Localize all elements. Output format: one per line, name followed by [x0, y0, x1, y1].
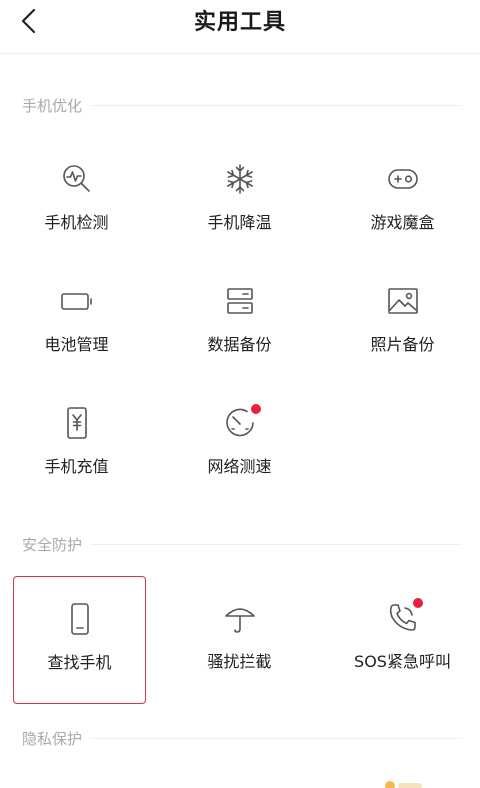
gamepad-icon [386, 162, 420, 196]
tool-game-box[interactable]: 游戏魔盒 [336, 137, 469, 265]
snowflake-icon [223, 162, 257, 196]
tool-photo-backup[interactable]: 照片备份 [336, 259, 469, 387]
tool-label: 手机检测 [44, 213, 109, 232]
section-title: 安全防护 [22, 535, 83, 554]
phone-check-icon [60, 162, 94, 196]
section-header-security: 安全防护 [22, 534, 462, 554]
tool-find-phone[interactable]: 查找手机 [13, 576, 146, 704]
tool-label: 游戏魔盒 [370, 213, 435, 232]
tool-label: 网络测速 [207, 457, 272, 476]
section-title: 手机优化 [22, 96, 83, 115]
tool-speed-test[interactable]: 网络测速 [173, 381, 306, 509]
speedometer-icon [223, 404, 261, 440]
app-header: 实用工具 [0, 0, 480, 54]
tool-label: 电池管理 [44, 335, 109, 354]
section-divider [90, 543, 462, 545]
tool-phone-check[interactable]: 手机检测 [10, 137, 143, 265]
tool-data-backup[interactable]: 数据备份 [173, 259, 306, 387]
tool-label: 手机充值 [44, 457, 109, 476]
page-title: 实用工具 [193, 10, 286, 35]
tool-phone-cooling[interactable]: 手机降温 [173, 137, 306, 265]
section-header-optimization: 手机优化 [22, 95, 462, 115]
tool-label: SOS紧急呼叫 [354, 652, 451, 671]
section-divider [90, 737, 462, 739]
battery-icon [60, 284, 94, 318]
notification-badge [250, 404, 261, 414]
tool-label: 骚扰拦截 [207, 652, 272, 671]
data-backup-icon [223, 284, 257, 318]
section-divider [90, 104, 462, 106]
section-title: 隐私保护 [22, 729, 83, 748]
tool-label: 照片备份 [370, 335, 435, 354]
photo-icon [386, 284, 420, 318]
notification-badge [412, 598, 423, 608]
tool-harassment-block[interactable]: 骚扰拦截 [173, 576, 306, 704]
tool-label: 查找手机 [47, 653, 112, 672]
tool-sos-call[interactable]: SOS紧急呼叫 [336, 576, 469, 704]
tool-recharge[interactable]: 手机充值 [10, 381, 143, 509]
tool-label: 数据备份 [207, 335, 272, 354]
section-header-privacy: 隐私保护 [22, 728, 462, 748]
recharge-icon [60, 406, 94, 440]
umbrella-icon [223, 601, 257, 635]
watermark-logo [385, 781, 422, 788]
tool-battery[interactable]: 电池管理 [10, 259, 143, 387]
phone-call-icon [386, 598, 423, 635]
tool-label: 手机降温 [207, 213, 272, 232]
find-phone-icon [63, 602, 97, 636]
